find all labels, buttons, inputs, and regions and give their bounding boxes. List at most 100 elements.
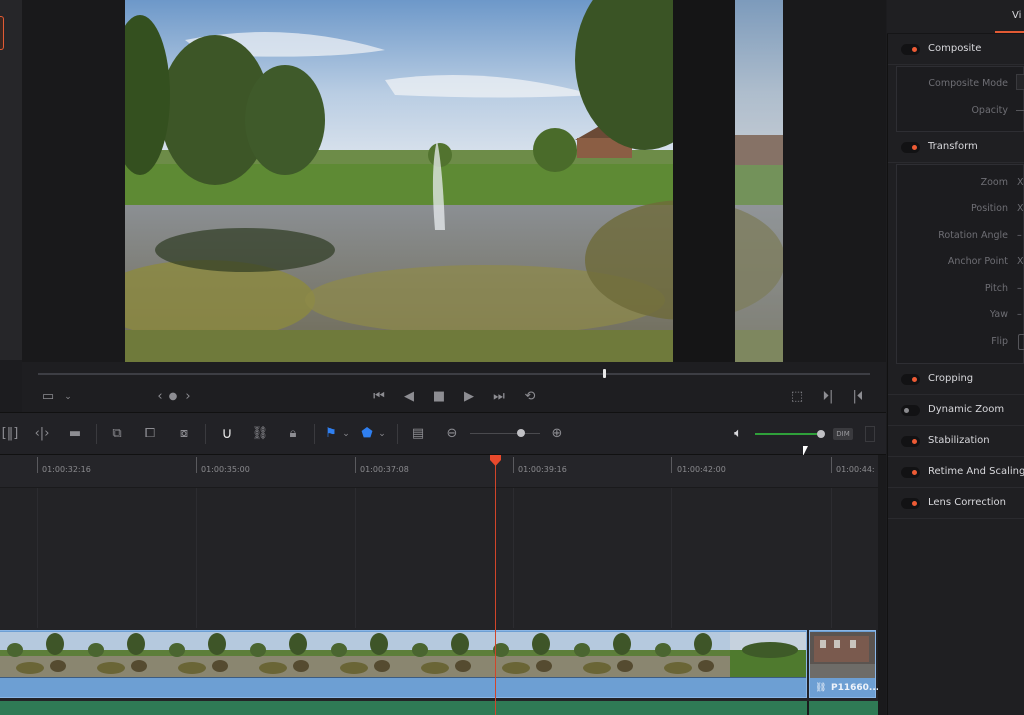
flip-horizontal-button[interactable]: [1018, 334, 1024, 350]
dynamic-zoom-toggle[interactable]: [901, 405, 920, 416]
skip-to-start-icon[interactable]: ⏮: [369, 390, 389, 404]
opacity-slider[interactable]: [1016, 110, 1024, 111]
play-icon[interactable]: ▶: [462, 390, 476, 404]
viewer-scrubber[interactable]: [38, 373, 870, 375]
blade-icon[interactable]: ▬: [64, 427, 86, 441]
zoom-out-icon[interactable]: ⊖: [444, 427, 460, 441]
timeline-view-options-icon[interactable]: ▤: [406, 427, 430, 441]
rotation-angle-slider[interactable]: –: [1017, 230, 1022, 241]
position-x-value[interactable]: X: [1017, 203, 1024, 214]
active-panel-badge[interactable]: [0, 16, 4, 50]
timeline-ruler[interactable]: [0, 455, 878, 488]
section-composite[interactable]: Composite: [888, 35, 1024, 65]
loop-icon[interactable]: ⟲: [521, 390, 539, 404]
volume-slider[interactable]: [755, 433, 820, 435]
clip-divider: [807, 701, 809, 715]
mark-out-icon[interactable]: ⏵|: [820, 390, 836, 404]
section-transform[interactable]: Transform: [888, 133, 1024, 163]
timecode-label: 01:00:44:: [836, 465, 875, 474]
clip-dot-icon[interactable]: ●: [168, 390, 178, 404]
skip-to-end-icon[interactable]: ⏭: [489, 390, 509, 404]
retime-toggle[interactable]: [901, 467, 920, 478]
trim-mode-icon[interactable]: [‖]: [0, 427, 20, 441]
timecode-label: 01:00:37:08: [360, 465, 409, 474]
chevron-down-icon[interactable]: ⌄: [340, 427, 352, 441]
mark-in-icon[interactable]: |⏴: [850, 390, 866, 404]
prop-flip: Flip: [991, 336, 1008, 347]
divider: [314, 424, 315, 444]
ruler-tick: [355, 457, 356, 473]
chevron-down-icon[interactable]: ⌄: [62, 390, 74, 404]
snapping-icon[interactable]: ∪: [218, 426, 236, 441]
zoom-x-value[interactable]: X: [1017, 177, 1024, 188]
dim-button[interactable]: DIM: [833, 428, 853, 440]
grid-line: [831, 488, 832, 628]
section-stabilization[interactable]: Stabilization: [888, 427, 1024, 457]
chevron-down-icon[interactable]: ⌄: [376, 427, 388, 441]
prev-clip-icon[interactable]: ‹: [154, 390, 166, 404]
section-title: Composite: [928, 43, 982, 54]
prop-opacity: Opacity: [971, 105, 1008, 116]
stabilization-toggle[interactable]: [901, 436, 920, 447]
inspector-tabs: [887, 0, 1024, 34]
next-clip-icon[interactable]: ›: [182, 390, 194, 404]
timecode-label: 01:00:39:16: [518, 465, 567, 474]
composite-properties: [896, 66, 1024, 132]
volume-handle[interactable]: [817, 430, 825, 438]
audio-meter-icon[interactable]: [865, 426, 875, 442]
prop-yaw: Yaw: [989, 309, 1008, 320]
playhead-handle[interactable]: [489, 455, 502, 466]
cropping-toggle[interactable]: [901, 374, 920, 385]
zoom-in-icon[interactable]: ⊕: [549, 427, 565, 441]
link-icon[interactable]: ⛓: [251, 427, 269, 441]
composite-mode-dropdown[interactable]: [1016, 74, 1024, 90]
ruler-tick: [37, 457, 38, 473]
section-title: Retime And Scaling: [928, 466, 1024, 477]
pitch-slider[interactable]: –: [1017, 283, 1022, 294]
viewer-framing-icon[interactable]: ▭: [40, 390, 56, 404]
audio-clip[interactable]: [0, 701, 878, 715]
section-title: Dynamic Zoom: [928, 404, 1005, 415]
viewer-scrubber-handle[interactable]: [603, 369, 606, 378]
section-retime-and-scaling[interactable]: Retime And Scaling: [888, 458, 1024, 488]
timecode-label: 01:00:42:00: [677, 465, 726, 474]
section-cropping[interactable]: Cropping: [888, 365, 1024, 395]
tab-video[interactable]: Vi: [1012, 10, 1021, 21]
match-frame-icon[interactable]: ⬚: [788, 390, 806, 404]
timecode-label: 01:00:32:16: [42, 465, 91, 474]
flag-icon[interactable]: ⚑: [324, 427, 338, 441]
lock-icon[interactable]: 🔒︎: [284, 427, 302, 441]
replace-clip-icon[interactable]: ⧇: [172, 427, 196, 441]
timeline-zoom-handle[interactable]: [517, 429, 525, 437]
section-lens-correction[interactable]: Lens Correction: [888, 489, 1024, 519]
anchor-point-x-value[interactable]: X: [1017, 256, 1024, 267]
marker-icon[interactable]: ⬟: [360, 427, 374, 441]
speaker-icon[interactable]: 🔈︎: [729, 427, 747, 441]
prop-rotation-angle: Rotation Angle: [938, 230, 1008, 241]
yaw-slider[interactable]: –: [1017, 309, 1022, 320]
dynamic-trim-icon[interactable]: ‹|›: [31, 427, 53, 441]
link-icon: ⛓: [815, 683, 827, 693]
timeline-scrollbar[interactable]: [878, 455, 886, 715]
grid-line: [37, 488, 38, 628]
stop-icon[interactable]: ■: [432, 390, 446, 404]
grid-line: [355, 488, 356, 628]
ruler-tick: [513, 457, 514, 473]
transform-toggle[interactable]: [901, 142, 920, 153]
left-panel-edge: [0, 0, 22, 360]
lens-correction-toggle[interactable]: [901, 498, 920, 509]
grid-line: [196, 488, 197, 628]
prop-composite-mode: Composite Mode: [928, 78, 1008, 89]
overwrite-clip-icon[interactable]: ⧠: [140, 427, 160, 441]
ruler-tick: [671, 457, 672, 473]
composite-toggle[interactable]: [901, 44, 920, 55]
ruler-tick: [831, 457, 832, 473]
section-title: Cropping: [928, 373, 974, 384]
step-back-icon[interactable]: ◀: [402, 390, 416, 404]
playhead-line[interactable]: [495, 460, 496, 715]
timeline-toolbar: [0, 412, 886, 455]
section-dynamic-zoom[interactable]: Dynamic Zoom: [888, 396, 1024, 426]
timeline-zoom-slider[interactable]: [470, 433, 540, 434]
grid-line: [671, 488, 672, 628]
insert-clip-icon[interactable]: ⧉: [105, 427, 129, 441]
